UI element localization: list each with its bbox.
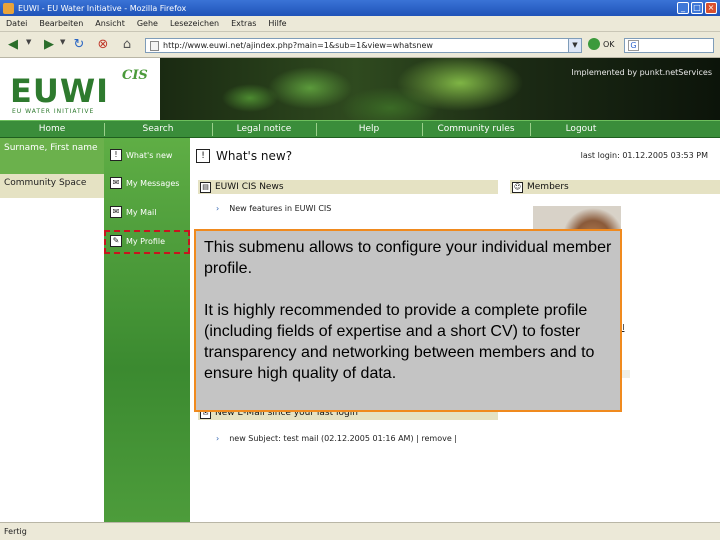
- news-item-link[interactable]: New features in EUWI CIS: [229, 204, 331, 213]
- callout-text-intro: This submenu allows to configure your in…: [204, 239, 612, 277]
- address-dropdown-icon[interactable]: ▼: [568, 39, 581, 52]
- close-button[interactable]: ×: [705, 2, 717, 14]
- go-button[interactable]: OK: [588, 38, 615, 50]
- submenu: ! What's new ✉ My Messages ✉ My Mail ✎ M…: [104, 138, 190, 522]
- user-name[interactable]: Surname, First name: [0, 138, 104, 174]
- address-bar[interactable]: http://www.euwi.net/ajindex.php?main=1&s…: [145, 38, 582, 53]
- menu-ansicht[interactable]: Ansicht: [95, 19, 125, 28]
- news-item[interactable]: › New features in EUWI CIS: [216, 204, 331, 213]
- forward-icon[interactable]: ▶: [40, 36, 58, 54]
- nav-community-rules[interactable]: Community rules: [422, 121, 530, 138]
- page-icon: [150, 40, 159, 51]
- back-dropdown-icon[interactable]: ▼: [26, 38, 31, 46]
- reload-icon[interactable]: ↻: [70, 36, 88, 54]
- email-item[interactable]: › new Subject: test mail (02.12.2005 01:…: [216, 434, 457, 443]
- members-section-header: ☺ Members: [510, 180, 720, 194]
- browser-toolbar: ◀ ▼ ▶ ▼ ↻ ⊗ ⌂ http://www.euwi.net/ajinde…: [0, 32, 720, 58]
- status-text: Fertig: [4, 527, 27, 536]
- page-title: What's new?: [216, 149, 293, 163]
- news-section-title: EUWI CIS News: [215, 182, 284, 192]
- menu-lesezeichen[interactable]: Lesezeichen: [170, 19, 219, 28]
- back-icon[interactable]: ◀: [4, 36, 22, 54]
- members-icon: ☺: [512, 181, 523, 193]
- site-navigation: Home Search Legal notice Help Community …: [0, 120, 720, 138]
- submenu-my-mail[interactable]: ✉ My Mail: [110, 203, 188, 221]
- nav-legal-notice[interactable]: Legal notice: [212, 121, 316, 138]
- chevron-right-icon: ›: [216, 204, 220, 213]
- firefox-icon: [3, 2, 14, 14]
- community-space-link[interactable]: Community Space: [0, 174, 104, 198]
- logo-tagline: EU WATER INITIATIVE: [12, 108, 95, 115]
- user-column: Surname, First name Community Space: [0, 138, 104, 522]
- menu-hilfe[interactable]: Hilfe: [268, 19, 286, 28]
- submenu-my-messages[interactable]: ✉ My Messages: [110, 174, 188, 192]
- last-login-text: last login: 01.12.2005 03:53 PM: [580, 151, 708, 160]
- home-icon[interactable]: ⌂: [118, 36, 136, 54]
- callout-text-recommendation: It is highly recommended to provide a co…: [204, 302, 595, 382]
- nav-search[interactable]: Search: [104, 121, 212, 138]
- menu-gehe[interactable]: Gehe: [137, 19, 158, 28]
- messages-icon: ✉: [110, 177, 122, 189]
- logo-suffix: CIS: [122, 68, 148, 83]
- window-controls: _ □ ×: [677, 2, 717, 14]
- news-section-header: ▤ EUWI CIS News: [198, 180, 498, 194]
- chevron-right-icon: ›: [216, 434, 220, 443]
- implemented-by-text: Implemented by punkt.netServices: [571, 68, 712, 77]
- forward-dropdown-icon[interactable]: ▼: [60, 38, 65, 46]
- google-icon: G: [628, 40, 639, 51]
- menu-datei[interactable]: Datei: [6, 19, 27, 28]
- maximize-button[interactable]: □: [691, 2, 703, 14]
- go-label: OK: [603, 39, 615, 49]
- my-profile-highlight: [104, 230, 190, 254]
- explanation-callout: This submenu allows to configure your in…: [194, 229, 622, 412]
- site-header: EUWI CIS EU WATER INITIATIVE Implemented…: [0, 58, 720, 120]
- submenu-label: My Mail: [126, 207, 157, 217]
- submenu-label: My Messages: [126, 178, 180, 188]
- stop-icon[interactable]: ⊗: [94, 36, 112, 54]
- header-banner-photo: Implemented by punkt.netServices: [160, 58, 720, 120]
- menu-extras[interactable]: Extras: [231, 19, 256, 28]
- window-title: EUWI - EU Water Initiative - Mozilla Fir…: [18, 3, 187, 13]
- mail-icon: ✉: [110, 206, 122, 218]
- window-titlebar: EUWI - EU Water Initiative - Mozilla Fir…: [0, 0, 720, 16]
- menu-bearbeiten[interactable]: Bearbeiten: [39, 19, 83, 28]
- news-icon: ▤: [200, 181, 211, 193]
- address-bar-url: http://www.euwi.net/ajindex.php?main=1&s…: [163, 41, 433, 50]
- nav-home[interactable]: Home: [0, 121, 104, 138]
- submenu-label: What's new: [126, 150, 173, 160]
- nav-help[interactable]: Help: [316, 121, 422, 138]
- search-input[interactable]: G: [624, 38, 714, 53]
- status-bar: Fertig: [0, 522, 720, 540]
- email-item-link[interactable]: new Subject: test mail (02.12.2005 01:16…: [229, 434, 457, 443]
- minimize-button[interactable]: _: [677, 2, 689, 14]
- logo-text: EUWI: [10, 72, 110, 110]
- submenu-whats-new[interactable]: ! What's new: [110, 146, 188, 164]
- alert-icon: !: [196, 149, 210, 163]
- browser-menubar: Datei Bearbeiten Ansicht Gehe Lesezeiche…: [0, 16, 720, 32]
- members-section-title: Members: [527, 182, 569, 192]
- nav-logout[interactable]: Logout: [530, 121, 632, 138]
- alert-icon: !: [110, 149, 122, 161]
- euwi-logo[interactable]: EUWI CIS EU WATER INITIATIVE: [10, 64, 160, 116]
- go-icon: [588, 38, 600, 50]
